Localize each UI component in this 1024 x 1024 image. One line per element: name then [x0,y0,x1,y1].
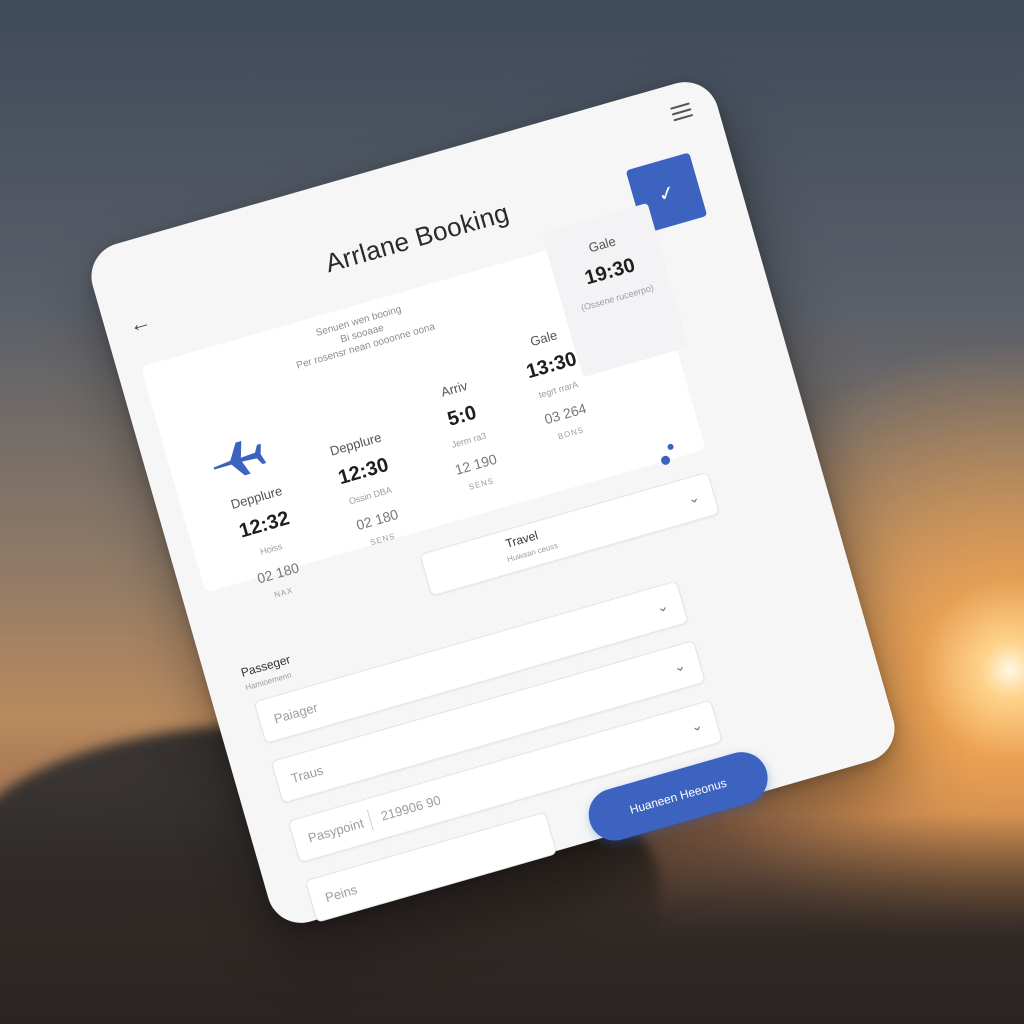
field-divider [366,809,374,831]
chevron-down-icon: ⌄ [654,597,671,616]
chevron-down-icon: ⌄ [671,656,688,676]
chevron-down-icon: ⌄ [688,716,705,735]
menu-icon[interactable] [670,102,694,122]
panel-subtitle: Senuen wen booing Bi sooaae Per rosensr … [295,304,437,372]
check-icon: ✓ [655,180,678,207]
airplane-icon [213,440,267,476]
chevron-down-icon: ⌄ [685,488,702,507]
